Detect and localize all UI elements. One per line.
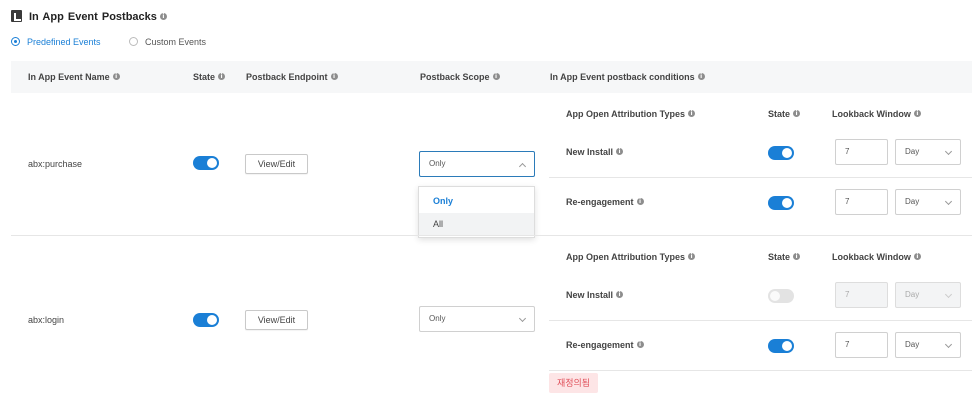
lookback-value-input[interactable]: 7 <box>835 189 888 215</box>
custom-events-radio[interactable] <box>129 37 138 46</box>
condition-state-toggle[interactable] <box>768 196 794 210</box>
lookback-unit-select[interactable]: Day <box>895 189 961 215</box>
column-header-endpoint: Postback Endpoint <box>246 72 338 82</box>
info-icon[interactable] <box>793 252 801 261</box>
attribution-types-header: App Open Attribution Types <box>566 109 695 119</box>
postback-scope-select[interactable]: Only <box>419 306 535 332</box>
info-icon[interactable] <box>330 72 338 81</box>
condition-state-toggle[interactable] <box>768 339 794 353</box>
condition-state-header: State <box>768 252 801 262</box>
lookback-value-input[interactable]: 7 <box>835 139 888 165</box>
info-icon[interactable] <box>697 72 705 81</box>
info-icon[interactable] <box>616 147 624 156</box>
chevron-down-icon <box>944 197 953 206</box>
event-name: abx:login <box>28 315 65 325</box>
info-icon[interactable] <box>636 197 644 206</box>
info-icon[interactable] <box>913 109 921 118</box>
view-edit-button[interactable]: View/Edit <box>245 154 308 174</box>
custom-events-label[interactable]: Custom Events <box>145 37 206 47</box>
scope-dropdown-menu: Only All <box>418 186 535 238</box>
column-header-scope: Postback Scope <box>420 72 500 82</box>
column-header-event-name: In App Event Name <box>28 72 120 82</box>
info-icon[interactable] <box>688 252 695 261</box>
status-badge: 재정의됨 <box>549 373 598 393</box>
lookback-value-input[interactable]: 7 <box>835 332 888 358</box>
condition-state-toggle[interactable] <box>768 289 794 303</box>
column-header-conditions: In App Event postback conditions <box>550 72 705 82</box>
chevron-down-icon <box>944 147 953 156</box>
event-state-toggle[interactable] <box>193 313 219 327</box>
predefined-events-radio[interactable] <box>11 37 20 46</box>
info-icon[interactable] <box>218 72 226 81</box>
postback-scope-select[interactable]: Only <box>419 151 535 177</box>
lookback-unit-select[interactable]: Day <box>895 332 961 358</box>
condition-type-label: New Install <box>566 290 624 300</box>
divider <box>549 177 972 178</box>
condition-type-label: New Install <box>566 147 624 157</box>
info-icon[interactable] <box>913 252 921 261</box>
condition-type-label: Re-engagement <box>566 340 644 350</box>
event-state-toggle[interactable] <box>193 156 219 170</box>
scope-option-all[interactable]: All <box>419 213 534 236</box>
chevron-down-icon <box>518 314 527 323</box>
lookback-window-header: Lookback Window <box>832 109 921 119</box>
info-icon[interactable] <box>159 12 167 21</box>
info-icon[interactable] <box>616 290 624 299</box>
divider <box>549 370 972 371</box>
info-icon[interactable] <box>492 72 500 81</box>
divider <box>549 320 972 321</box>
chevron-down-icon <box>944 340 953 349</box>
predefined-events-label[interactable]: Predefined Events <box>27 37 101 47</box>
chevron-up-icon <box>518 162 527 171</box>
lookback-window-header: Lookback Window <box>832 252 921 262</box>
condition-type-label: Re-engagement <box>566 197 644 207</box>
page-title: In App Event Postbacks <box>29 11 167 23</box>
info-icon[interactable] <box>793 109 801 118</box>
chevron-down-icon <box>944 290 953 299</box>
info-icon[interactable] <box>636 340 644 349</box>
event-name: abx:purchase <box>28 159 83 169</box>
lookback-value-input[interactable]: 7 <box>835 282 888 308</box>
condition-state-toggle[interactable] <box>768 146 794 160</box>
row-divider <box>11 235 972 236</box>
postback-icon <box>11 10 22 22</box>
column-header-state: State <box>193 72 226 82</box>
view-edit-button[interactable]: View/Edit <box>245 310 308 330</box>
condition-state-header: State <box>768 109 801 119</box>
info-icon[interactable] <box>112 72 120 81</box>
attribution-types-header: App Open Attribution Types <box>566 252 695 262</box>
info-icon[interactable] <box>688 109 695 118</box>
scope-option-only[interactable]: Only <box>419 190 534 213</box>
lookback-unit-select[interactable]: Day <box>895 139 961 165</box>
lookback-unit-select[interactable]: Day <box>895 282 961 308</box>
